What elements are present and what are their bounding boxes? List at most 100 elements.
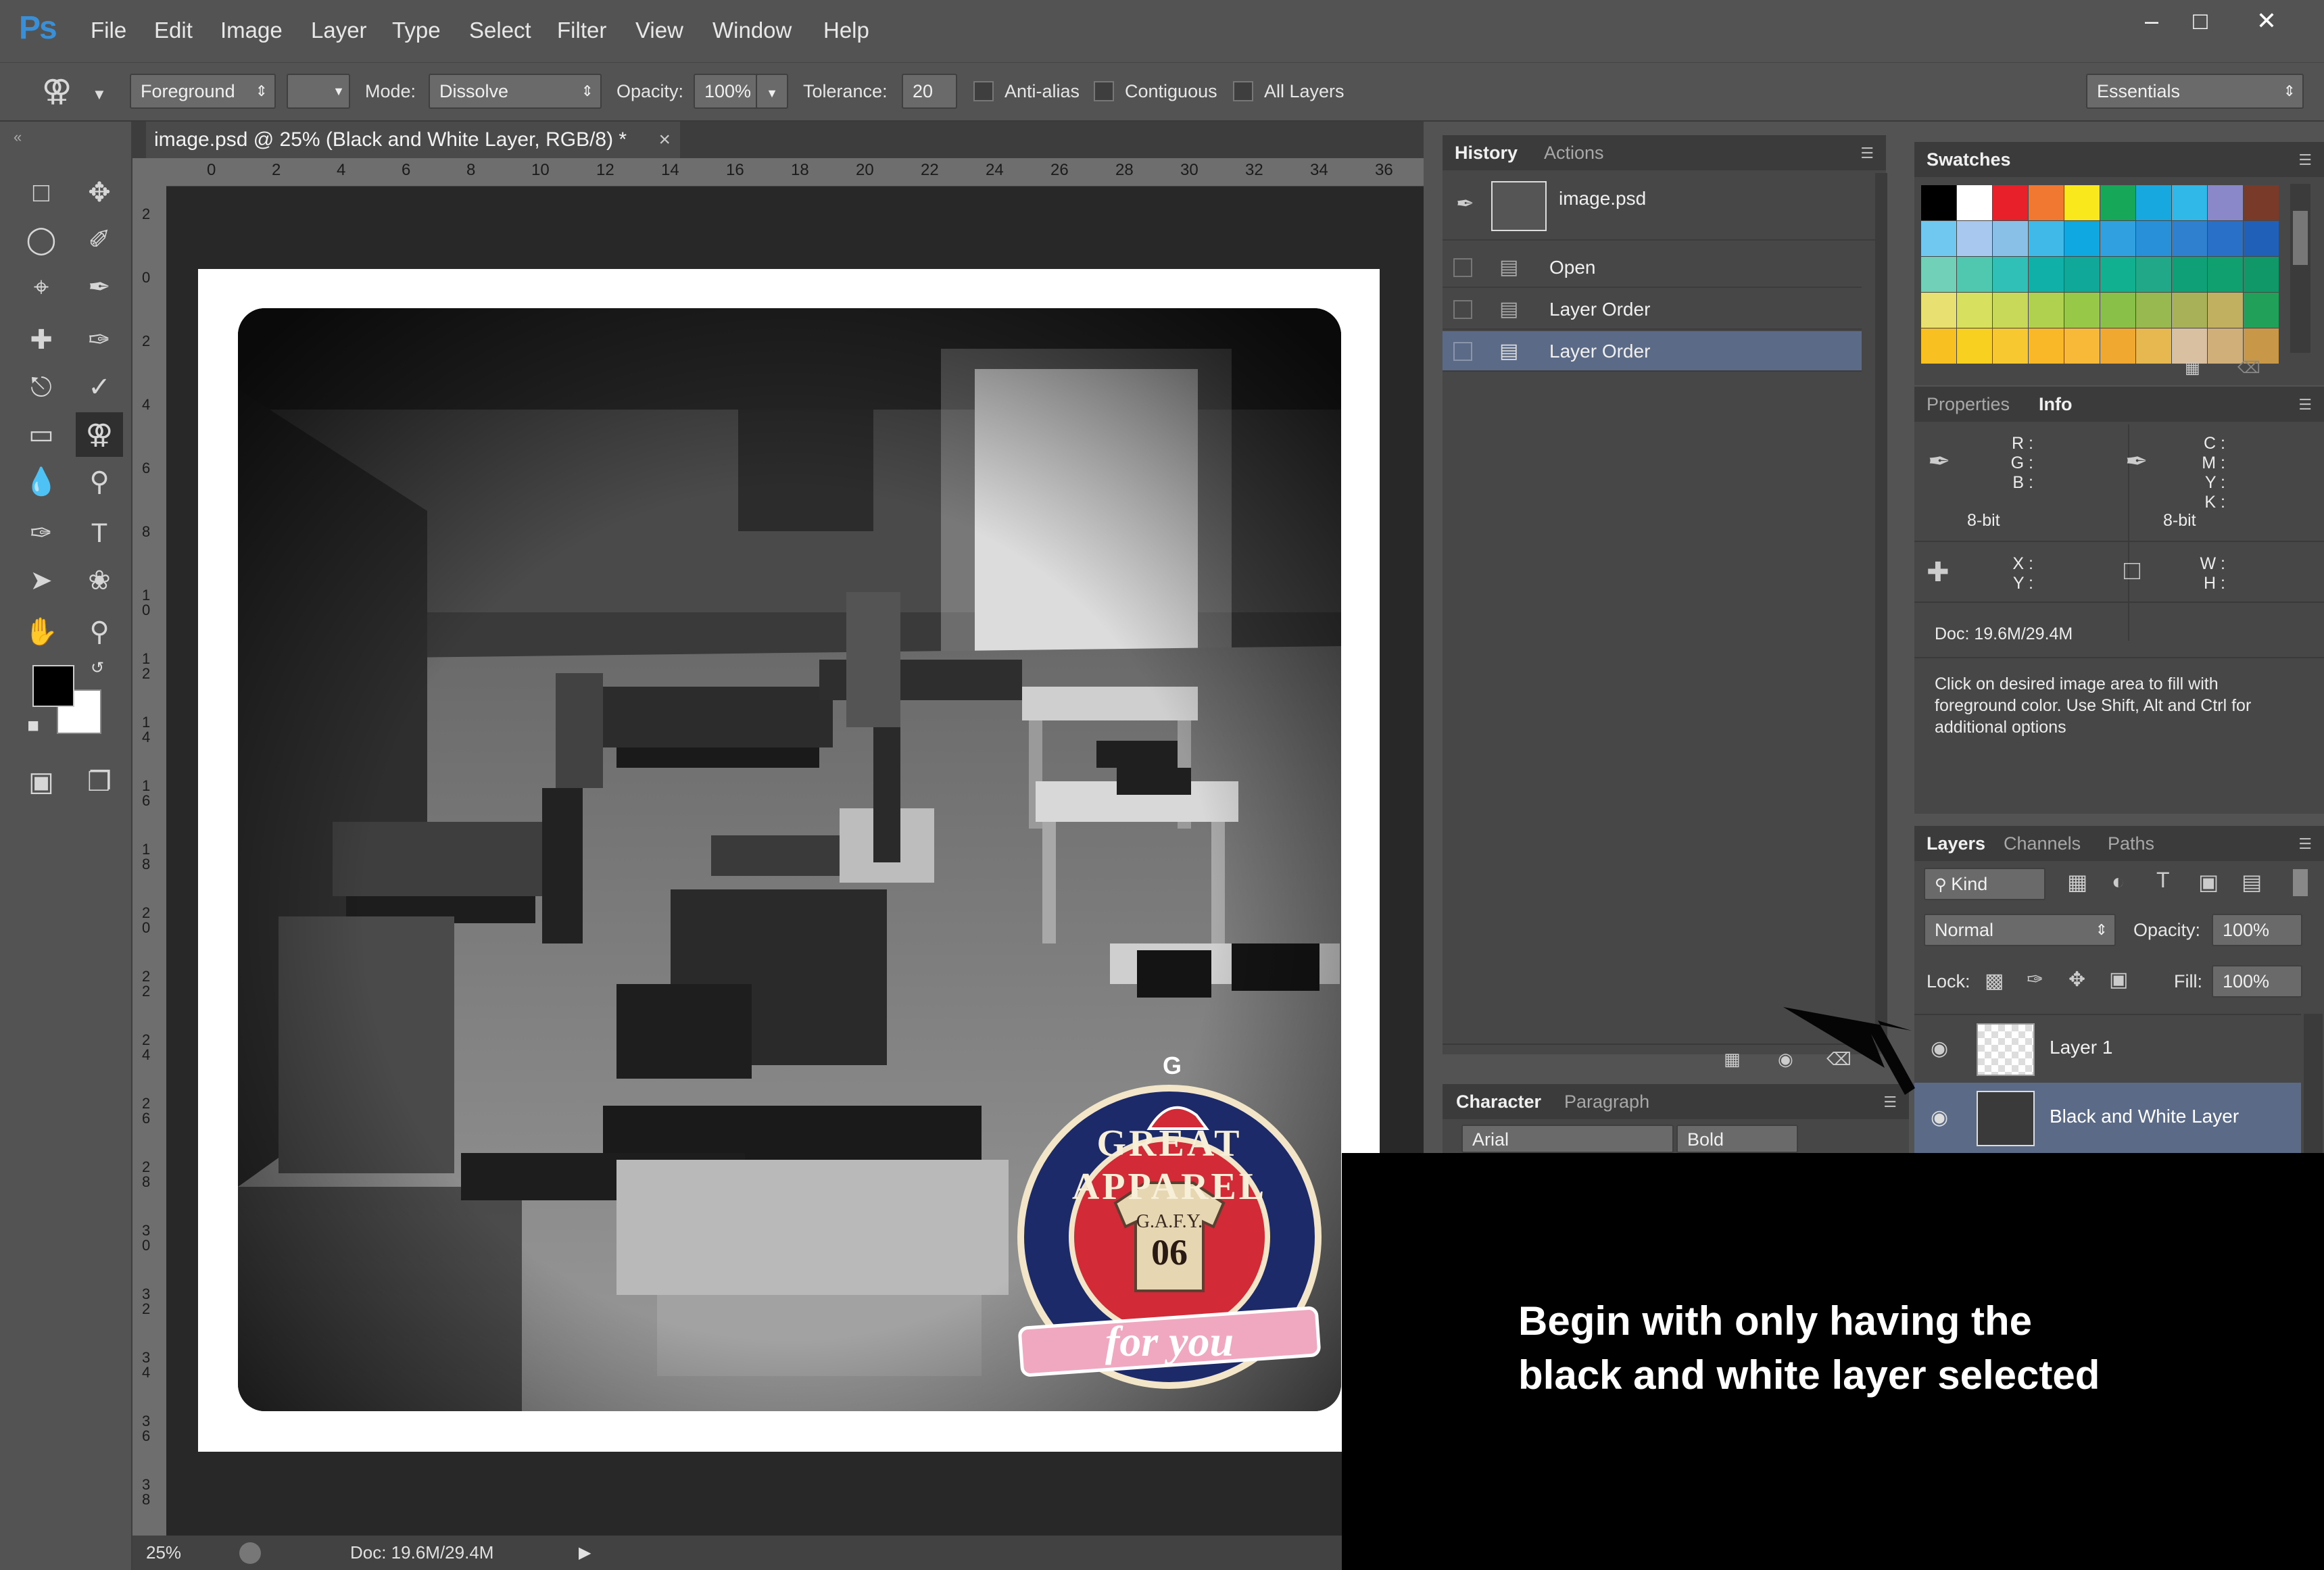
blend-mode-select[interactable]: Normal ⇕ (1924, 914, 2116, 946)
zoom-tool-icon[interactable]: ⚲ (76, 610, 123, 654)
eyedropper-tool-icon[interactable]: ✒ (76, 265, 123, 310)
tolerance-input[interactable]: 20 (902, 74, 957, 109)
color-swatch[interactable] (2244, 293, 2279, 328)
color-swatch[interactable] (2064, 328, 2100, 364)
color-swatch[interactable] (2029, 328, 2064, 364)
path-selection-tool-icon[interactable]: ➤ (18, 558, 65, 603)
custom-shape-tool-icon[interactable]: ❀ (76, 558, 123, 603)
tab-swatches[interactable]: Swatches (1927, 142, 2011, 177)
layer-row-selected[interactable]: ◉ Black and White Layer (1914, 1083, 2301, 1153)
shape-layer-filter-icon[interactable]: ▣ (2198, 869, 2219, 895)
blur-tool-icon[interactable]: 💧 (18, 460, 65, 504)
pixel-layer-filter-icon[interactable]: ▦ (2067, 869, 2087, 895)
color-swatch[interactable] (2100, 221, 2135, 256)
tool-preset-arrow-icon[interactable]: ▼ (92, 86, 107, 103)
color-swatch[interactable] (2172, 185, 2207, 220)
color-swatch[interactable] (2029, 257, 2064, 292)
color-swatch[interactable] (1993, 293, 2028, 328)
clone-stamp-tool-icon[interactable]: ⎋ (18, 365, 65, 410)
pattern-picker[interactable]: ▼ (287, 74, 350, 109)
color-swatch[interactable] (1921, 257, 1956, 292)
font-style-select[interactable]: Bold (1676, 1125, 1798, 1153)
color-swatch[interactable] (1921, 221, 1956, 256)
color-swatch[interactable] (2029, 185, 2064, 220)
layers-scrollbar[interactable] (2304, 1014, 2323, 1153)
history-step-selected[interactable]: ▤ Layer Order (1443, 331, 1862, 372)
color-swatch[interactable] (2100, 185, 2135, 220)
lock-pixels-icon[interactable]: ✑ (2027, 968, 2043, 991)
tab-layers[interactable]: Layers (1927, 826, 1985, 861)
trash-icon[interactable]: ⌫ (2237, 358, 2260, 378)
panel-menu-icon[interactable]: ☰ (2298, 835, 2312, 853)
layer-row[interactable]: ◉ Layer 1 (1914, 1014, 2301, 1081)
type-tool-icon[interactable]: T (76, 511, 123, 556)
color-swatch[interactable] (2100, 328, 2135, 364)
menu-help[interactable]: Help (823, 18, 869, 43)
eyedropper-cmyk-icon[interactable]: ✒ (2125, 446, 2148, 477)
tab-character[interactable]: Character (1456, 1084, 1541, 1119)
contiguous-checkbox[interactable] (1094, 81, 1114, 101)
panel-menu-icon[interactable]: ☰ (1860, 145, 1874, 162)
new-document-from-state-icon[interactable]: ▦ (1724, 1049, 1741, 1070)
color-swatch[interactable] (2208, 293, 2243, 328)
history-step-checkbox[interactable] (1453, 342, 1472, 361)
quick-mask-icon[interactable]: ▣ (18, 760, 65, 804)
color-swatch[interactable] (1957, 293, 1992, 328)
layer-name[interactable]: Black and White Layer (2050, 1106, 2239, 1127)
color-swatch[interactable] (2208, 221, 2243, 256)
smart-object-filter-icon[interactable]: ▤ (2242, 869, 2262, 895)
color-swatch[interactable] (2064, 221, 2100, 256)
paint-bucket-tool-icon[interactable]: ⚢ (76, 412, 123, 457)
close-button[interactable]: ✕ (2244, 5, 2289, 36)
color-swatch[interactable] (2172, 293, 2207, 328)
history-brush-source-icon[interactable]: ✒ (1456, 191, 1474, 216)
color-swatch[interactable] (2136, 328, 2171, 364)
tab-actions[interactable]: Actions (1544, 135, 1604, 170)
hand-tool-icon[interactable]: ✋ (18, 610, 65, 654)
tab-channels[interactable]: Channels (2004, 826, 2081, 861)
healing-brush-tool-icon[interactable]: ✚ (18, 318, 65, 362)
color-swatch[interactable] (2064, 293, 2100, 328)
tab-paths[interactable]: Paths (2108, 826, 2154, 861)
ruler-origin[interactable] (132, 158, 166, 187)
menu-file[interactable]: File (91, 18, 126, 43)
color-swatch[interactable] (1993, 221, 2028, 256)
visibility-eye-icon[interactable]: ◉ (1931, 1037, 1948, 1060)
tab-properties[interactable]: Properties (1927, 387, 2010, 422)
color-swatch[interactable] (1957, 257, 1992, 292)
dodge-tool-icon[interactable]: ⚲ (76, 460, 123, 504)
status-info-icon[interactable] (239, 1542, 261, 1564)
history-step-checkbox[interactable] (1453, 300, 1472, 319)
color-swatch[interactable] (2029, 221, 2064, 256)
document-tab[interactable]: image.psd @ 25% (Black and White Layer, … (146, 122, 680, 158)
color-swatch[interactable] (2172, 221, 2207, 256)
lock-transparency-icon[interactable]: ▩ (1985, 969, 2004, 993)
adjustment-layer-filter-icon[interactable]: ◐ (2112, 869, 2125, 894)
layer-name[interactable]: Layer 1 (2050, 1037, 2112, 1058)
color-swatch[interactable] (2100, 293, 2135, 328)
minimize-button[interactable]: – (2129, 5, 2174, 36)
history-step[interactable]: ▤ Layer Order (1443, 289, 1862, 330)
color-swatch[interactable] (2244, 221, 2279, 256)
mode-select[interactable]: Dissolve ⇕ (429, 74, 602, 109)
color-swatch[interactable] (1957, 221, 1992, 256)
color-swatch[interactable] (1921, 293, 1956, 328)
move-tool-icon[interactable]: ✥ (76, 170, 123, 215)
status-menu-arrow-icon[interactable]: ▶ (579, 1536, 591, 1570)
lock-all-icon[interactable]: ▣ (2109, 968, 2128, 991)
swap-colors-icon[interactable]: ↺ (91, 658, 104, 678)
tab-info[interactable]: Info (2039, 387, 2072, 422)
menu-view[interactable]: View (635, 18, 683, 43)
layer-filter-select[interactable]: ⚲ Kind (1924, 868, 2045, 900)
screen-mode-icon[interactable]: ❐ (76, 760, 123, 804)
maximize-button[interactable]: □ (2178, 5, 2223, 36)
workspace-select[interactable]: Essentials ⇕ (2086, 74, 2304, 109)
default-colors-icon[interactable]: ◼ (27, 716, 39, 734)
panel-menu-icon[interactable]: ☰ (2298, 151, 2312, 169)
history-step-checkbox[interactable] (1453, 258, 1472, 277)
color-swatch[interactable] (2100, 257, 2135, 292)
color-swatch[interactable] (2136, 185, 2171, 220)
marquee-tool-icon[interactable]: □ (18, 170, 65, 215)
menu-window[interactable]: Window (712, 18, 792, 43)
menu-image[interactable]: Image (220, 18, 283, 43)
